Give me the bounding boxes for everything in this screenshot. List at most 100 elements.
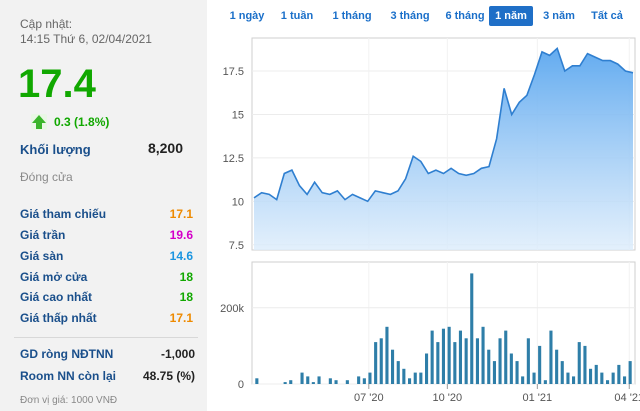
change-value: 0.3 (1.8%) xyxy=(54,115,110,129)
foreign-room-value: 48.75 (%) xyxy=(142,369,195,383)
volume-bar xyxy=(481,326,485,384)
volume-bar xyxy=(515,361,519,384)
stat-value: 17.1 xyxy=(169,311,193,325)
x-tick-label: 10 '20 xyxy=(433,392,463,404)
volume-bar xyxy=(300,372,304,384)
period-3-months[interactable]: 3 tháng xyxy=(385,6,435,26)
stat-reference: Giá tham chiếu 17.1 xyxy=(20,207,193,223)
stat-open: Giá mở cửa 18 xyxy=(20,270,193,286)
volume-bar xyxy=(391,349,395,384)
volume-bar xyxy=(357,376,361,384)
foreign-net-label: GD ròng NĐTNN xyxy=(20,347,114,361)
stat-value: 14.6 xyxy=(169,249,193,263)
volume-bar xyxy=(628,361,632,384)
volume-bar xyxy=(311,382,315,384)
price-y-tick-label: 17.5 xyxy=(223,66,244,78)
volume-bar xyxy=(453,342,457,384)
volume-bar xyxy=(425,353,429,384)
volume-bar xyxy=(577,342,581,384)
volume-bar xyxy=(328,378,332,384)
volume-bar xyxy=(283,382,287,384)
volume-bar xyxy=(504,330,508,384)
volume-bar xyxy=(362,378,366,384)
update-time: 14:15 Thứ 6, 02/04/2021 xyxy=(20,32,152,46)
volume-bar xyxy=(617,364,621,384)
x-tick-label: 01 '21 xyxy=(523,392,553,404)
volume-bar xyxy=(334,380,338,384)
volume-y-tick-label: 0 xyxy=(238,379,244,391)
stat-low: Giá thấp nhất 17.1 xyxy=(20,311,193,327)
volume-bar xyxy=(396,361,400,384)
stat-floor: Giá sàn 14.6 xyxy=(20,249,193,265)
volume-bar xyxy=(374,342,378,384)
price-y-tick-label: 15 xyxy=(232,109,244,121)
volume-bar xyxy=(430,330,434,384)
stat-label: Giá trần xyxy=(20,228,66,242)
volume-bar xyxy=(464,338,468,385)
volume-bar xyxy=(594,364,598,384)
volume-bar xyxy=(487,349,491,384)
close-label: Đóng cửa xyxy=(20,170,73,184)
price-y-tick-label: 7.5 xyxy=(229,240,244,252)
current-price: 17.4 xyxy=(18,62,96,106)
volume-bar xyxy=(555,349,559,384)
volume-bar xyxy=(289,380,293,384)
stat-label: Giá cao nhất xyxy=(20,290,93,304)
stat-value: 17.1 xyxy=(169,207,193,221)
volume-bar xyxy=(447,326,451,384)
period-1-day[interactable]: 1 ngày xyxy=(226,6,268,26)
stat-value: 19.6 xyxy=(169,228,193,242)
volume-bar xyxy=(600,372,604,384)
volume-bar xyxy=(526,338,530,385)
price-y-tick-label: 10 xyxy=(232,196,244,208)
volume-bar xyxy=(436,342,440,384)
volume-bar xyxy=(560,361,564,384)
period-1-week[interactable]: 1 tuần xyxy=(276,6,318,26)
volume-value: 8,200 xyxy=(147,140,183,156)
price-y-tick-label: 12.5 xyxy=(223,153,244,165)
volume-bar xyxy=(345,380,349,384)
x-tick-label: 07 '20 xyxy=(354,392,384,404)
volume-bar xyxy=(566,372,570,384)
period-1-month[interactable]: 1 tháng xyxy=(327,6,377,26)
volume-bar xyxy=(498,338,502,385)
volume-bar xyxy=(470,273,474,384)
arrow-up-icon xyxy=(31,114,47,130)
stat-label: Giá mở cửa xyxy=(20,270,88,284)
volume-bar xyxy=(379,338,383,385)
stat-label: Giá thấp nhất xyxy=(20,311,97,325)
volume-bar xyxy=(543,380,547,384)
volume-bar xyxy=(255,378,259,384)
volume-bar xyxy=(441,328,445,384)
period-1-year[interactable]: 1 năm xyxy=(489,6,533,26)
volume-bar xyxy=(532,372,536,384)
update-label: Cập nhật: xyxy=(20,17,73,31)
stat-label: Giá sàn xyxy=(20,249,64,263)
stat-label: Giá tham chiếu xyxy=(20,207,107,221)
period-3-years[interactable]: 3 năm xyxy=(539,6,579,26)
volume-bar xyxy=(583,345,587,384)
volume-bar xyxy=(589,368,593,385)
x-tick-label: 04 '21 xyxy=(614,392,640,404)
period-all[interactable]: Tất cả xyxy=(588,6,626,26)
stat-high: Giá cao nhất 18 xyxy=(20,290,193,306)
volume-bar xyxy=(606,380,610,384)
foreign-net-value: -1,000 xyxy=(160,347,195,361)
stat-value: 18 xyxy=(179,270,193,284)
volume-bar xyxy=(538,345,542,384)
volume-bar xyxy=(413,372,417,384)
volume-bar xyxy=(368,372,372,384)
volume-bar xyxy=(385,326,389,384)
divider xyxy=(14,337,198,338)
foreign-room-label: Room NN còn lại xyxy=(20,369,117,383)
volume-bar xyxy=(402,368,406,385)
volume-bar xyxy=(611,372,615,384)
volume-bar xyxy=(549,330,553,384)
period-selector: 1 ngày 1 tuần 1 tháng 3 tháng 6 tháng 1 … xyxy=(226,6,636,26)
volume-bar xyxy=(317,376,321,384)
price-volume-chart: 7.5 10 12.5 15 17.5 0 200k 07 '20 10 '20 01 '21 04… xyxy=(220,37,640,404)
volume-bar xyxy=(475,338,479,385)
foreign-net-trade: GD ròng NĐTNN -1,000 xyxy=(20,347,195,363)
volume-bar xyxy=(492,361,496,384)
period-6-months[interactable]: 6 tháng xyxy=(440,6,490,26)
